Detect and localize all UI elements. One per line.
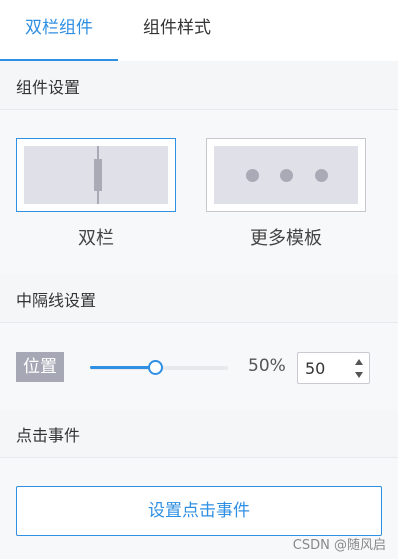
template-two-column-label: 双栏 — [78, 228, 114, 249]
divider-settings-header: 中隔线设置 — [0, 279, 398, 323]
caret-up-icon — [355, 359, 363, 365]
ellipsis-dot-icon — [315, 169, 328, 182]
divider-preview — [94, 146, 102, 204]
position-stepper — [297, 352, 370, 384]
two-column-preview — [24, 146, 168, 204]
active-tab-indicator — [0, 59, 118, 61]
position-percent-text: 50% — [248, 356, 286, 376]
template-more-card[interactable] — [206, 138, 366, 212]
set-click-event-button[interactable]: 设置点击事件 — [16, 486, 382, 536]
position-slider-thumb[interactable] — [147, 360, 163, 375]
ellipsis-dot-icon — [280, 169, 293, 182]
template-area: 双栏 更多模板 — [0, 110, 398, 274]
more-templates-preview — [214, 146, 358, 204]
ellipsis-dot-icon — [246, 169, 259, 182]
stepper-increment-button[interactable] — [351, 355, 367, 369]
position-value-input[interactable] — [298, 353, 348, 383]
click-event-title: 点击事件 — [16, 426, 81, 445]
divider-handle — [94, 159, 102, 191]
tab-two-column-component[interactable]: 双栏组件 — [0, 0, 118, 61]
position-label: 位置 — [16, 352, 64, 382]
position-slider-fill — [90, 366, 155, 369]
click-event-header: 点击事件 — [0, 414, 398, 458]
stepper-decrement-button[interactable] — [351, 368, 367, 382]
tab-bar: 双栏组件 组件样式 — [0, 0, 398, 61]
template-more-label: 更多模板 — [250, 228, 322, 249]
tab-component-style[interactable]: 组件样式 — [143, 0, 211, 61]
component-settings-title: 组件设置 — [16, 78, 81, 97]
divider-settings-title: 中隔线设置 — [16, 291, 97, 310]
component-settings-header: 组件设置 — [0, 66, 398, 110]
caret-down-icon — [355, 372, 363, 378]
template-two-column-card[interactable] — [16, 138, 176, 212]
watermark: CSDN @随风启 — [292, 538, 386, 553]
